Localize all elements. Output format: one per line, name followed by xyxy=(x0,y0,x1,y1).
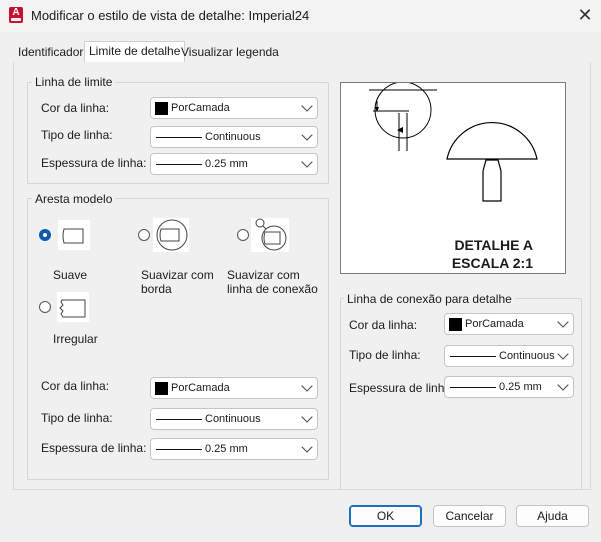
preview-title-line2: ESCALA 2:1 xyxy=(451,255,533,271)
chevron-down-icon xyxy=(557,348,569,360)
boundary-linetype-value: Continuous xyxy=(205,131,261,143)
model-edge-weight-label: Espessura de linha: xyxy=(41,441,147,455)
option-suavizar-com-borda-label: Suavizar com borda xyxy=(141,268,214,296)
chevron-down-icon xyxy=(301,100,313,112)
chevron-down-icon xyxy=(301,156,313,168)
model-edge-group-title: Aresta modelo xyxy=(32,192,116,206)
connection-group-title: Linha de conexão para detalhe xyxy=(344,292,515,306)
model-edge-linetype-label: Tipo de linha: xyxy=(41,411,113,425)
preview-title-line1: DETALHE A xyxy=(454,237,533,253)
lineweight-sample xyxy=(450,387,496,388)
color-swatch xyxy=(155,102,168,115)
connection-linetype-select[interactable]: Continuous xyxy=(444,345,574,367)
chevron-down-icon xyxy=(301,380,313,392)
boundary-linetype-select[interactable]: Continuous xyxy=(150,126,318,148)
model-edge-color-value: PorCamada xyxy=(171,382,230,394)
boundary-linetype-label: Tipo de linha: xyxy=(41,128,113,142)
model-edge-linetype-select[interactable]: Continuous xyxy=(150,408,318,430)
smooth-edge-icon xyxy=(58,220,90,250)
chevron-down-icon xyxy=(557,316,569,328)
smooth-with-border-icon xyxy=(153,218,189,252)
connection-linetype-label: Tipo de linha: xyxy=(349,348,421,362)
smooth-with-connection-line-icon xyxy=(251,218,289,252)
option-suave-label: Suave xyxy=(53,268,88,282)
color-swatch xyxy=(449,318,462,331)
boundary-color-select[interactable]: PorCamada xyxy=(150,97,318,119)
lineweight-sample xyxy=(156,164,202,165)
radio-suavizar-com-borda[interactable] xyxy=(138,229,150,241)
connection-weight-value: 0.25 mm xyxy=(499,381,542,393)
tab-limite-de-detalhe[interactable]: Limite de detalhe xyxy=(84,41,186,63)
model-edge-weight-value: 0.25 mm xyxy=(205,443,248,455)
tab-visualizar-legenda[interactable]: Visualizar legenda xyxy=(177,43,283,62)
connection-color-label: Cor da linha: xyxy=(349,318,418,332)
radio-irregular[interactable] xyxy=(39,301,51,313)
boundary-weight-value: 0.25 mm xyxy=(205,158,248,170)
cancel-button[interactable]: Cancelar xyxy=(433,505,506,527)
boundary-color-value: PorCamada xyxy=(171,102,230,114)
model-edge-linetype-value: Continuous xyxy=(205,413,261,425)
connection-color-value: PorCamada xyxy=(465,318,524,330)
model-edge-color-select[interactable]: PorCamada xyxy=(150,377,318,399)
linetype-sample xyxy=(156,419,202,420)
chevron-down-icon xyxy=(301,411,313,423)
help-button[interactable]: Ajuda xyxy=(516,505,589,527)
jagged-edge-icon xyxy=(57,292,89,322)
connection-weight-label: Espessura de linha: xyxy=(349,381,455,395)
boundary-weight-select[interactable]: 0.25 mm xyxy=(150,153,318,175)
connection-linetype-value: Continuous xyxy=(499,350,555,362)
radio-suave[interactable] xyxy=(39,229,51,241)
lineweight-sample xyxy=(156,449,202,450)
radio-suavizar-com-linha-de-conexao[interactable] xyxy=(237,229,249,241)
chevron-down-icon xyxy=(301,129,313,141)
linetype-sample xyxy=(156,137,202,138)
option-irregular-label: Irregular xyxy=(53,332,98,346)
boundary-color-label: Cor da linha: xyxy=(41,101,110,115)
autocad-app-icon: A xyxy=(9,7,23,23)
ok-button[interactable]: OK xyxy=(349,505,422,527)
linetype-sample xyxy=(450,356,496,357)
window-title: Modificar o estilo de vista de detalhe: … xyxy=(31,8,310,23)
boundary-weight-label: Espessura de linha: xyxy=(41,156,147,170)
model-edge-color-label: Cor da linha: xyxy=(41,379,110,393)
color-swatch xyxy=(155,382,168,395)
boundary-group-title: Linha de limite xyxy=(32,75,116,89)
connection-color-select[interactable]: PorCamada xyxy=(444,313,574,335)
chevron-down-icon xyxy=(301,441,313,453)
chevron-down-icon xyxy=(557,379,569,391)
tab-identificador[interactable]: Identificador xyxy=(14,43,87,62)
close-icon[interactable]: ✕ xyxy=(573,4,597,28)
connection-weight-select[interactable]: 0.25 mm xyxy=(444,376,574,398)
model-edge-weight-select[interactable]: 0.25 mm xyxy=(150,438,318,460)
detail-preview: DETALHE A ESCALA 2:1 xyxy=(340,82,566,274)
option-suavizar-com-linha-label: Suavizar com linha de conexão xyxy=(227,268,318,296)
